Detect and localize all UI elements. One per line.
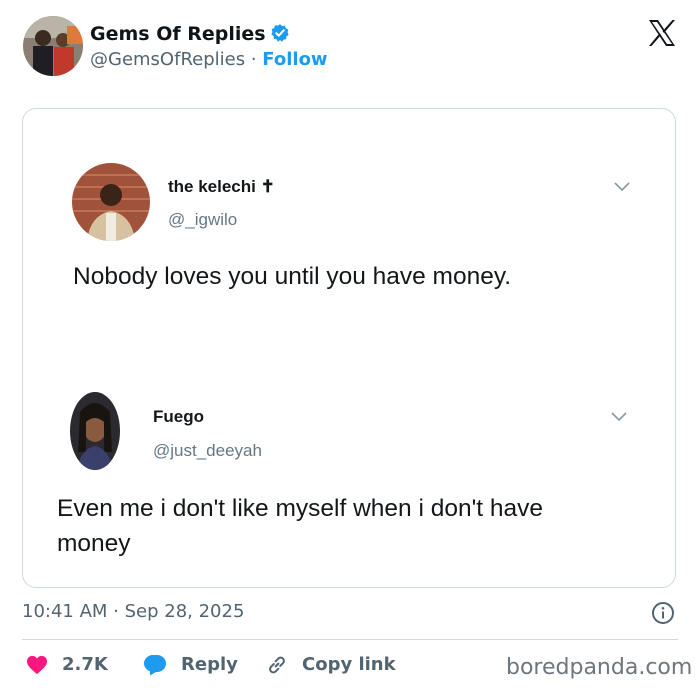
post-timestamp[interactable]: 10:41 AM · Sep 28, 2025: [22, 600, 244, 624]
reply-button[interactable]: Reply: [143, 652, 238, 678]
verified-badge-icon: [270, 23, 290, 43]
author-handle[interactable]: @GemsOfReplies: [90, 49, 245, 70]
like-count: 2.7K: [62, 654, 108, 675]
fuego-tweet-text-line1: Even me i don't like myself when i don't…: [57, 495, 543, 522]
fuego-handle: @just_deeyah: [153, 441, 262, 460]
like-button[interactable]: 2.7K: [26, 652, 108, 678]
chevron-down-icon: [610, 408, 628, 422]
x-logo-icon[interactable]: [647, 18, 677, 48]
author-avatar[interactable]: [23, 16, 83, 76]
kelechi-tweet-text: Nobody loves you until you have money.: [73, 263, 512, 290]
fuego-avatar: [70, 392, 120, 470]
boredpanda-watermark: boredpanda.com: [506, 655, 693, 680]
author-handle-line: @GemsOfReplies · Follow: [90, 48, 328, 72]
heart-icon: [27, 655, 47, 675]
author-name[interactable]: Gems Of Replies: [90, 22, 290, 46]
kelechi-name: the kelechi ✝: [168, 177, 275, 196]
kelechi-handle: @_igwilo: [168, 210, 238, 229]
info-icon[interactable]: [651, 601, 675, 625]
follow-button[interactable]: Follow: [262, 49, 327, 70]
author-name-text: Gems Of Replies: [90, 23, 266, 45]
copy-link-button[interactable]: Copy link: [266, 652, 396, 678]
reply-bubble-icon: [144, 655, 166, 676]
reply-label: Reply: [181, 654, 238, 675]
fuego-name: Fuego: [153, 407, 204, 426]
divider: [22, 639, 678, 640]
kelechi-avatar: [72, 163, 150, 241]
chevron-down-icon: [613, 178, 631, 192]
copy-link-label: Copy link: [302, 654, 396, 675]
separator-dot: ·: [250, 49, 257, 70]
link-icon: [269, 656, 285, 674]
fuego-tweet-text-line2: money: [57, 530, 131, 557]
